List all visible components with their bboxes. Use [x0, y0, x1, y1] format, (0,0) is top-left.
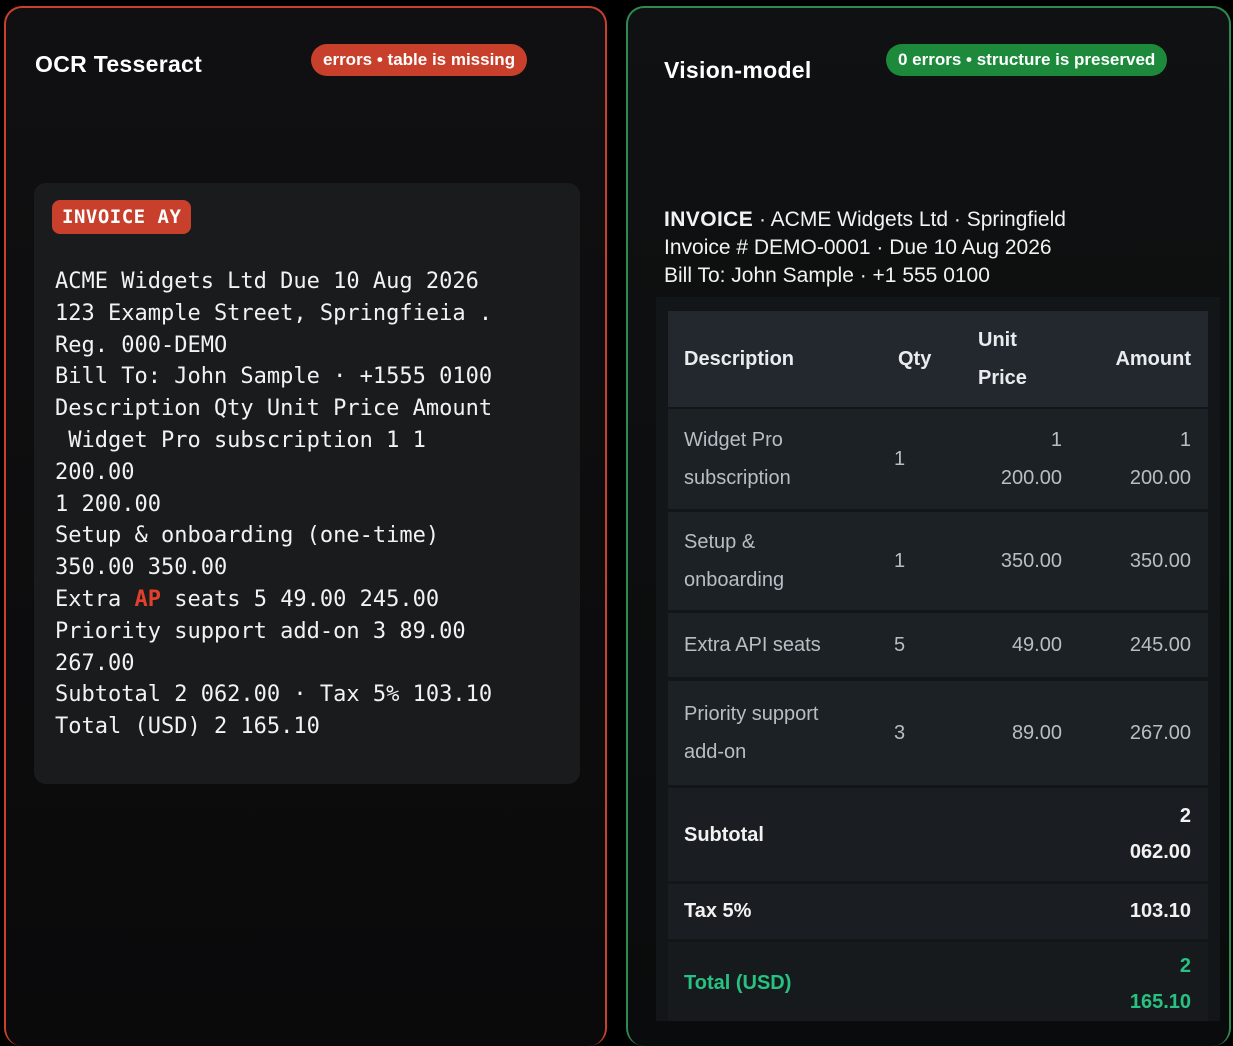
ocr-output-box: INVOICE AY ACME Widgets Ltd Due 10 Aug 2…	[34, 183, 580, 784]
row-amount-line: 200.00	[1129, 467, 1191, 489]
row-unit-price: 49.00	[1011, 634, 1062, 656]
ocr-line-with-error: Extra AP seats 5 49.00 245.00	[55, 584, 575, 616]
ocr-segment: Extra	[55, 586, 135, 612]
ocr-line: 350.00 350.00	[55, 555, 228, 581]
row-description-line: subscription	[684, 467, 791, 489]
invoice-company: · ACME Widgets Ltd · Springfield	[753, 208, 1066, 231]
row-description: Priority support add-on	[684, 695, 864, 771]
header-unit-price-line: Unit	[978, 329, 1017, 351]
subtotal-label: Subtotal	[684, 824, 764, 846]
ocr-panel-title: OCR Tesseract	[35, 51, 203, 77]
subtotal-row: Subtotal 2 062.00	[668, 788, 1208, 881]
ocr-segment: seats 5 49.00 245.00	[160, 586, 440, 612]
tax-label: Tax 5%	[684, 900, 752, 922]
row-description-line: Priority support	[684, 703, 819, 725]
row-unit-price: 89.00	[1011, 722, 1062, 744]
ocr-line: Bill To: John Sample · +1555 0100	[55, 364, 493, 390]
table-row: Priority support add-on 3 89.00 267.00	[668, 681, 1208, 785]
ocr-line: Setup & onboarding (one-time)	[55, 523, 440, 549]
row-description-line: Setup &	[684, 531, 756, 553]
ocr-line: 267.00	[55, 650, 135, 676]
invoice-header-line: INVOICE · ACME Widgets Ltd · Springfield	[664, 206, 1066, 234]
row-unit-price-line: 1	[1050, 429, 1062, 451]
total-value: 2 165.10	[1081, 948, 1191, 1020]
row-amount: 267.00	[1129, 722, 1191, 744]
ocr-line: Reg. 000-DEMO	[55, 332, 228, 358]
total-label: Total (USD)	[684, 972, 792, 994]
ocr-line: Total (USD) 2 165.10	[55, 714, 320, 740]
row-qty: 1	[894, 550, 906, 572]
ocr-error-highlight: AP	[134, 586, 161, 612]
vision-panel-title: Vision-model	[664, 57, 812, 83]
ocr-panel: OCR Tesseract errors • table is missing …	[4, 6, 607, 1046]
bill-to-line: Bill To: John Sample · +1 555 0100	[664, 264, 990, 287]
header-amount: Amount	[1115, 348, 1191, 370]
row-amount: 1 200.00	[1081, 421, 1191, 497]
ocr-line: 1 200.00	[55, 491, 161, 517]
ocr-line: Description Qty Unit Price Amount	[55, 396, 493, 422]
table-row: Widget Pro subscription 1 1 200.00 1 200…	[668, 409, 1208, 509]
total-row: Total (USD) 2 165.10	[668, 942, 1208, 1021]
invoice-table: Description Qty Unit Price Amount Widget…	[656, 297, 1220, 1021]
ocr-line: Priority support add-on 3 89.00	[55, 618, 466, 644]
row-description: Setup & onboarding	[684, 523, 864, 599]
total-value-line: 2	[1179, 955, 1191, 977]
subtotal-value: 2 062.00	[1081, 798, 1191, 870]
table-header-row: Description Qty Unit Price Amount	[668, 311, 1208, 407]
ocr-line: Subtotal 2 062.00 · Tax 5% 103.10	[55, 682, 493, 708]
header-description: Description	[684, 348, 795, 370]
row-unit-price: 1 200.00	[942, 421, 1062, 497]
success-badge: 0 errors • structure is preserved	[886, 44, 1168, 76]
total-value-line: 165.10	[1129, 991, 1191, 1013]
ocr-line: 123 Example Street, Springfieia .	[55, 300, 493, 326]
subtotal-value-line: 062.00	[1129, 841, 1191, 863]
row-description-line: Widget Pro	[684, 429, 783, 451]
ocr-text: ACME Widgets Ltd Due 10 Aug 2026 123 Exam…	[55, 266, 575, 743]
invoice-heading: INVOICE	[664, 208, 754, 231]
row-description-line: onboarding	[684, 569, 785, 591]
error-badge: errors • table is missing	[311, 44, 528, 76]
row-description: Extra API seats	[684, 634, 821, 656]
header-qty: Qty	[898, 348, 932, 370]
ocr-invoice-tag: INVOICE AY	[52, 200, 192, 234]
row-amount: 350.00	[1129, 550, 1191, 572]
ocr-line: Widget Pro subscription 1 1	[55, 427, 426, 453]
row-amount-line: 1	[1179, 429, 1191, 451]
row-unit-price: 350.00	[1000, 550, 1062, 572]
ocr-line: 200.00	[55, 459, 135, 485]
tax-row: Tax 5% 103.10	[668, 884, 1208, 939]
invoice-header: INVOICE · ACME Widgets Ltd · Springfield…	[664, 206, 1066, 290]
row-unit-price-line: 200.00	[1000, 467, 1062, 489]
vision-panel: Vision-model 0 errors • structure is pre…	[626, 6, 1231, 1046]
header-unit-price-line: Price	[978, 367, 1027, 389]
invoice-number-line: Invoice # DEMO-0001 · Due 10 Aug 2026	[664, 236, 1052, 259]
row-amount: 245.00	[1129, 634, 1191, 656]
tax-value: 103.10	[1129, 900, 1191, 922]
ocr-line: ACME Widgets Ltd Due 10 Aug 2026	[55, 269, 479, 294]
subtotal-value-line: 2	[1179, 805, 1191, 827]
row-qty: 1	[894, 448, 906, 470]
table-row: Setup & onboarding 1 350.00 350.00	[668, 512, 1208, 610]
row-description-line: add-on	[684, 741, 747, 763]
row-qty: 3	[894, 722, 906, 744]
header-unit-price: Unit Price	[978, 321, 1058, 397]
table-row: Extra API seats 5 49.00 245.00	[668, 613, 1208, 677]
row-description: Widget Pro subscription	[684, 421, 864, 497]
row-qty: 5	[894, 634, 906, 656]
